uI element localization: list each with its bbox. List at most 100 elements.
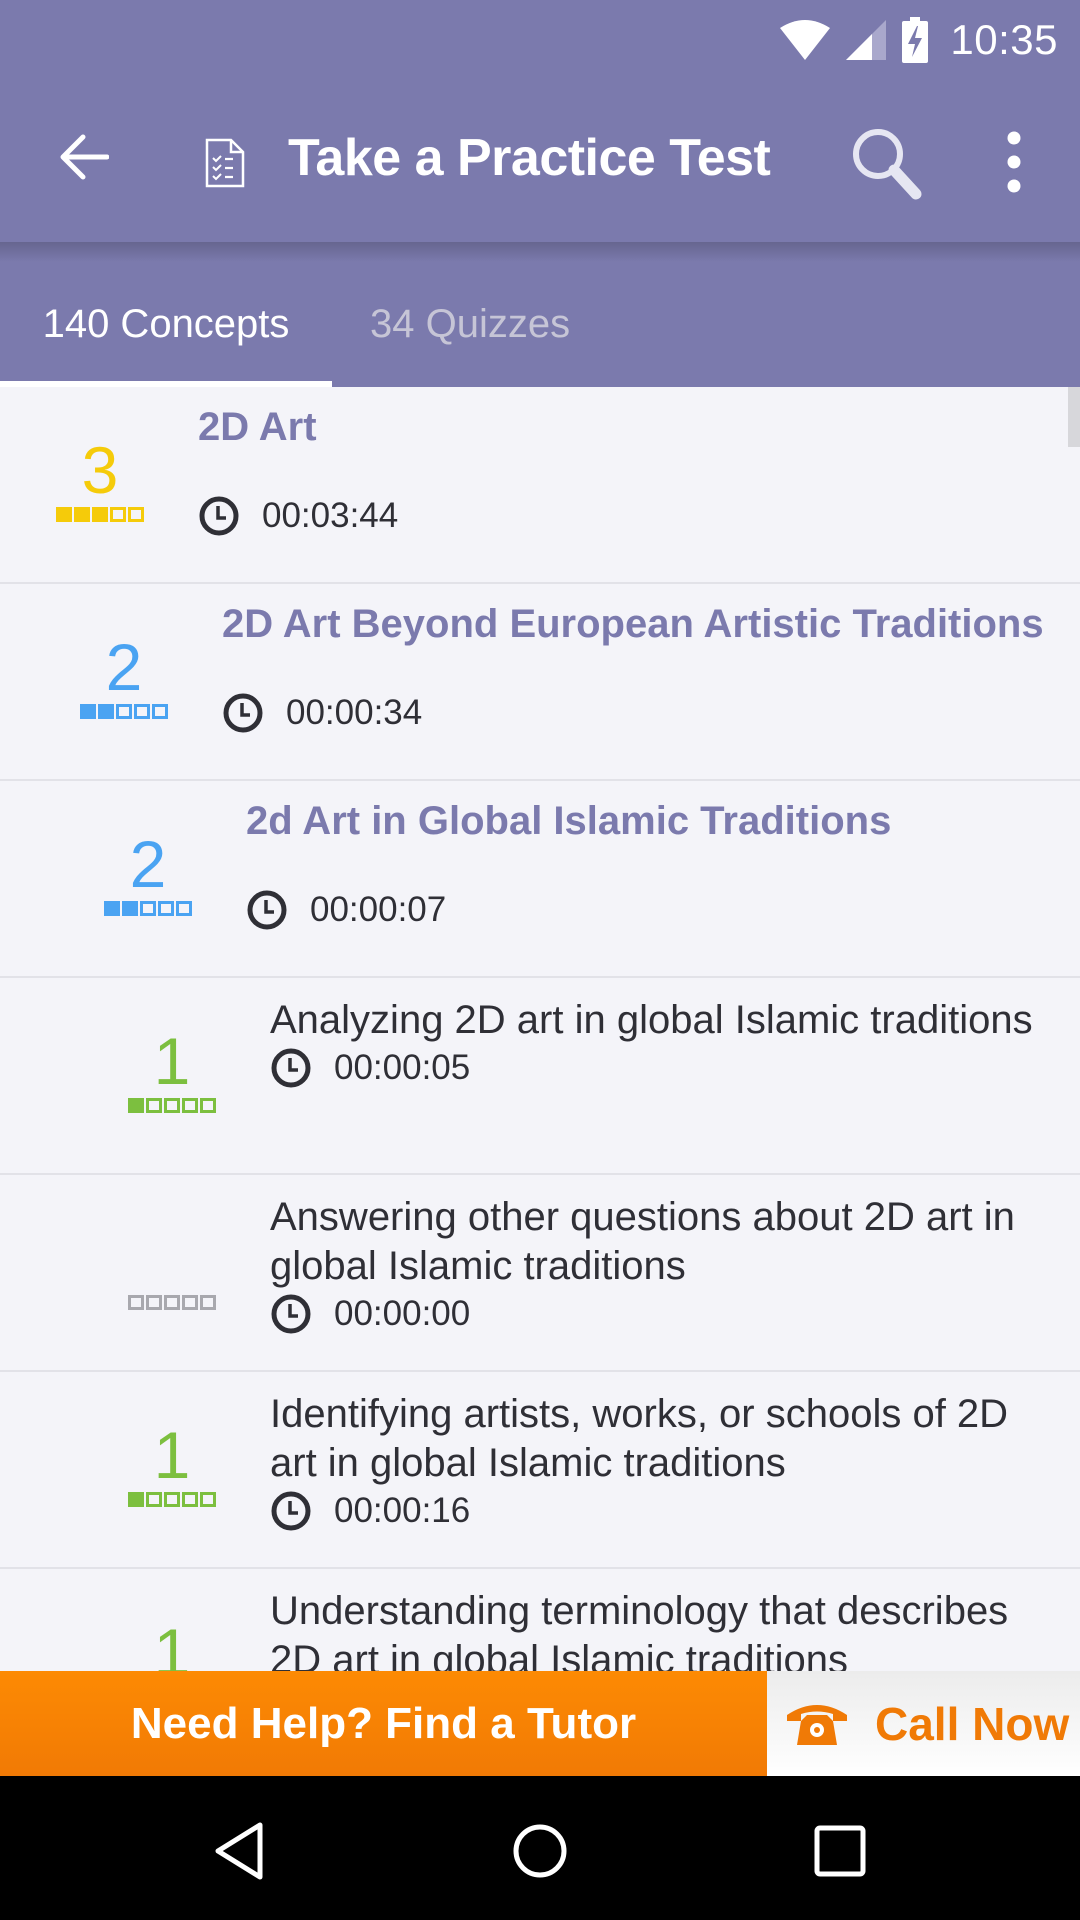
progress-box-empty — [128, 507, 144, 522]
scrollbar-thumb[interactable] — [1068, 387, 1080, 447]
find-tutor-button[interactable]: Need Help? Find a Tutor — [0, 1671, 767, 1776]
concept-row[interactable]: 1 Identifying artists, works, or schools … — [0, 1372, 1080, 1569]
time-spent-value: 00:00:34 — [286, 693, 423, 732]
time-spent: 00:00:07 — [246, 889, 1060, 931]
concept-row[interactable]: 1 Understanding terminology that describe… — [0, 1569, 1080, 1671]
concept-title: Analyzing 2D art in global Islamic tradi… — [270, 998, 1033, 1042]
battery-charging-icon — [902, 17, 929, 63]
wifi-icon — [780, 20, 831, 60]
mastery-level-number: 2 — [105, 630, 143, 704]
nav-recents-icon — [814, 1825, 866, 1877]
progress-box-empty — [134, 704, 150, 719]
tab-concepts-label: 140 Concepts — [42, 302, 290, 346]
nav-back-button[interactable] — [190, 1806, 290, 1896]
mastery-level-number: 3 — [81, 433, 119, 507]
concept-row[interactable]: 3 2D Art 00:03:44 — [0, 387, 1080, 584]
progress-box-empty — [116, 704, 132, 719]
page-title: Take a Practice Test — [288, 129, 771, 187]
time-spent: 00:00:05 — [270, 1047, 1060, 1089]
progress-box-empty — [200, 1492, 216, 1507]
app-bar: Take a Practice Test — [0, 80, 1080, 242]
progress-box-filled — [128, 1492, 144, 1507]
mastery-progress — [104, 901, 192, 916]
progress-box-empty — [164, 1295, 180, 1310]
progress-box-empty — [146, 1295, 162, 1310]
nav-recents-button[interactable] — [790, 1806, 890, 1896]
progress-box-empty — [152, 704, 168, 719]
concept-content: Identifying artists, works, or schools o… — [270, 1390, 1060, 1532]
concept-row[interactable]: Answering other questions about 2D art i… — [0, 1175, 1080, 1372]
progress-box-filled — [56, 507, 72, 522]
mastery-level — [126, 1227, 218, 1310]
progress-box-empty — [164, 1098, 180, 1113]
clock-icon — [199, 496, 239, 536]
call-now-label: Call Now — [875, 1697, 1070, 1750]
progress-box-empty — [200, 1295, 216, 1310]
mastery-progress — [128, 1492, 216, 1507]
concept-title: Understanding terminology that describes… — [270, 1589, 1009, 1671]
mastery-progress — [80, 704, 168, 719]
time-spent-value: 00:00:16 — [334, 1491, 471, 1530]
clock-icon — [247, 890, 287, 930]
concept-content: Understanding terminology that describes… — [270, 1587, 1060, 1671]
concept-list[interactable]: 3 2D Art 00:03:44 2 2D Art Beyond European A… — [0, 387, 1080, 1671]
tab-bar: 140 Concepts 34 Quizzes — [0, 262, 1080, 387]
cell-signal-icon — [846, 20, 887, 60]
mastery-level: 1 — [126, 1619, 218, 1671]
mastery-progress — [56, 507, 144, 522]
concept-content: Answering other questions about 2D art i… — [270, 1193, 1060, 1335]
concept-content: 2D Art 00:03:44 — [198, 403, 1060, 537]
mastery-progress — [128, 1098, 216, 1113]
concept-title: 2D Art — [198, 405, 317, 449]
time-spent: 00:03:44 — [198, 495, 1060, 537]
time-spent-value: 00:03:44 — [262, 496, 399, 535]
nav-back-icon — [215, 1822, 263, 1880]
back-button[interactable] — [52, 125, 116, 189]
progress-box-filled — [98, 704, 114, 719]
clock-icon — [223, 693, 263, 733]
concept-row[interactable]: 1 Analyzing 2D art in global Islamic trad… — [0, 978, 1080, 1175]
mastery-level-number: 1 — [153, 1024, 191, 1098]
progress-box-empty — [182, 1295, 198, 1310]
progress-box-empty — [164, 1492, 180, 1507]
checklist-document-icon — [205, 138, 245, 188]
progress-box-filled — [92, 507, 108, 522]
mastery-level: 3 — [54, 433, 146, 522]
clock-icon — [271, 1491, 311, 1531]
mastery-level: 1 — [126, 1418, 218, 1507]
more-options-button[interactable] — [990, 128, 1038, 198]
concept-content: Analyzing 2D art in global Islamic tradi… — [270, 996, 1060, 1089]
app-bar-shadow — [0, 242, 1080, 262]
progress-box-filled — [80, 704, 96, 719]
system-nav-bar — [0, 1776, 1080, 1920]
concept-title: Answering other questions about 2D art i… — [270, 1195, 1015, 1288]
tab-concepts[interactable]: 140 Concepts — [0, 262, 332, 387]
progress-box-filled — [128, 1098, 144, 1113]
call-now-button[interactable]: Call Now — [767, 1671, 1080, 1776]
progress-box-filled — [104, 901, 120, 916]
time-spent-value: 00:00:05 — [334, 1048, 471, 1087]
progress-box-filled — [122, 901, 138, 916]
mastery-level-number: 1 — [153, 1418, 191, 1492]
progress-box-empty — [128, 1295, 144, 1310]
progress-box-empty — [110, 507, 126, 522]
phone-icon — [787, 1704, 847, 1745]
search-icon — [853, 129, 922, 200]
concept-row[interactable]: 2 2D Art Beyond European Artistic Traditi… — [0, 584, 1080, 781]
search-button[interactable] — [848, 124, 928, 204]
tab-quizzes-label: 34 Quizzes — [370, 302, 571, 346]
mastery-progress — [128, 1295, 216, 1310]
status-bar: 10:35 — [0, 0, 1080, 80]
progress-box-empty — [176, 901, 192, 916]
concept-content: 2D Art Beyond European Artistic Traditio… — [222, 600, 1060, 734]
progress-box-empty — [158, 901, 174, 916]
status-icons: 10:35 — [778, 14, 1058, 66]
concept-row[interactable]: 2 2d Art in Global Islamic Traditions 00:0… — [0, 781, 1080, 978]
mastery-level: 2 — [78, 630, 170, 719]
progress-box-empty — [146, 1098, 162, 1113]
tab-quizzes[interactable]: 34 Quizzes — [332, 262, 612, 387]
concept-title: 2D Art Beyond European Artistic Traditio… — [222, 602, 1044, 646]
arrow-back-icon — [60, 134, 109, 180]
nav-home-button[interactable] — [490, 1806, 590, 1896]
clock-icon — [271, 1294, 311, 1334]
